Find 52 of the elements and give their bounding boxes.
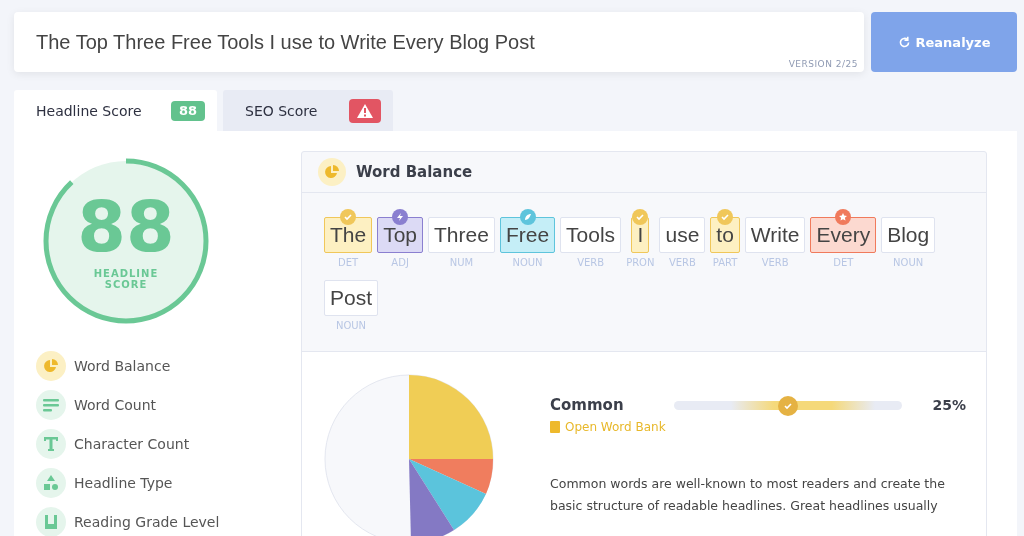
word-tag: NOUN [335, 320, 367, 331]
word-tag: DET [338, 257, 359, 268]
word-tag: VERB [577, 257, 605, 268]
word-chip: Blog [881, 217, 936, 253]
sidebar-item[interactable]: Character Count [36, 429, 220, 459]
word-marker-icon [717, 209, 734, 225]
score-tab[interactable]: SEO Score [223, 90, 393, 131]
word-marker-icon [632, 209, 649, 225]
word-chip: Post [324, 280, 379, 316]
category-description: Common words are well-known to most readers and create the basic structure of readable headlines. Great headlines usually [550, 475, 946, 515]
refresh-icon [897, 35, 911, 49]
word-tag: DET [833, 257, 854, 268]
word-tag: PART [712, 257, 738, 268]
tab-label: Headline Score [36, 102, 142, 119]
pie-icon [43, 358, 59, 374]
score-tab[interactable]: Headline Score 88 [14, 90, 217, 131]
score-value: 88 [77, 192, 175, 262]
version-label: VERSION 2/25 [788, 59, 858, 69]
headline-field[interactable]: The Top Three Free Tools I use to Write Every Blog Post VERSION 2/25 [14, 12, 864, 72]
score-badge: 88 [170, 100, 205, 121]
pie-icon [324, 164, 340, 180]
word-chip: Tools [560, 217, 622, 253]
word-tag: VERB [668, 257, 696, 268]
card-title: Word Balance [356, 163, 473, 181]
word-marker-icon [519, 209, 536, 225]
word-tag: PRON [626, 257, 655, 268]
letter-icon [43, 436, 59, 452]
category-name: Common [550, 396, 625, 414]
book-icon [44, 514, 58, 530]
book-icon [550, 421, 560, 433]
warning-icon [357, 103, 373, 118]
score-label: HEADLINE SCORE [92, 268, 160, 290]
word-chip: Write [744, 217, 806, 253]
word-marker-icon [340, 209, 357, 225]
word-chip: Three [428, 217, 495, 253]
word-tag: VERB [761, 257, 789, 268]
word-marker-icon [392, 209, 409, 225]
word-tag: NOUN [893, 257, 924, 268]
shapes-icon [43, 475, 59, 491]
word-tag: NUM [449, 257, 474, 268]
sidebar-item[interactable]: Word Count [36, 390, 220, 420]
word-marker-icon [835, 209, 852, 225]
word-tag: ADJ [391, 257, 409, 268]
sidebar-item[interactable]: Headline Type [36, 468, 220, 498]
category-percent: 25% [931, 397, 966, 413]
tab-label: SEO Score [245, 102, 318, 119]
headline-text: The Top Three Free Tools I use to Write Every Blog Post [36, 30, 535, 54]
word-tag: NOUN [512, 257, 543, 268]
lines-icon [43, 398, 59, 412]
word-chip: use [659, 217, 706, 253]
sidebar-item[interactable]: Reading Grade Level [36, 507, 220, 536]
sidebar-item[interactable]: Word Balance [36, 351, 220, 381]
